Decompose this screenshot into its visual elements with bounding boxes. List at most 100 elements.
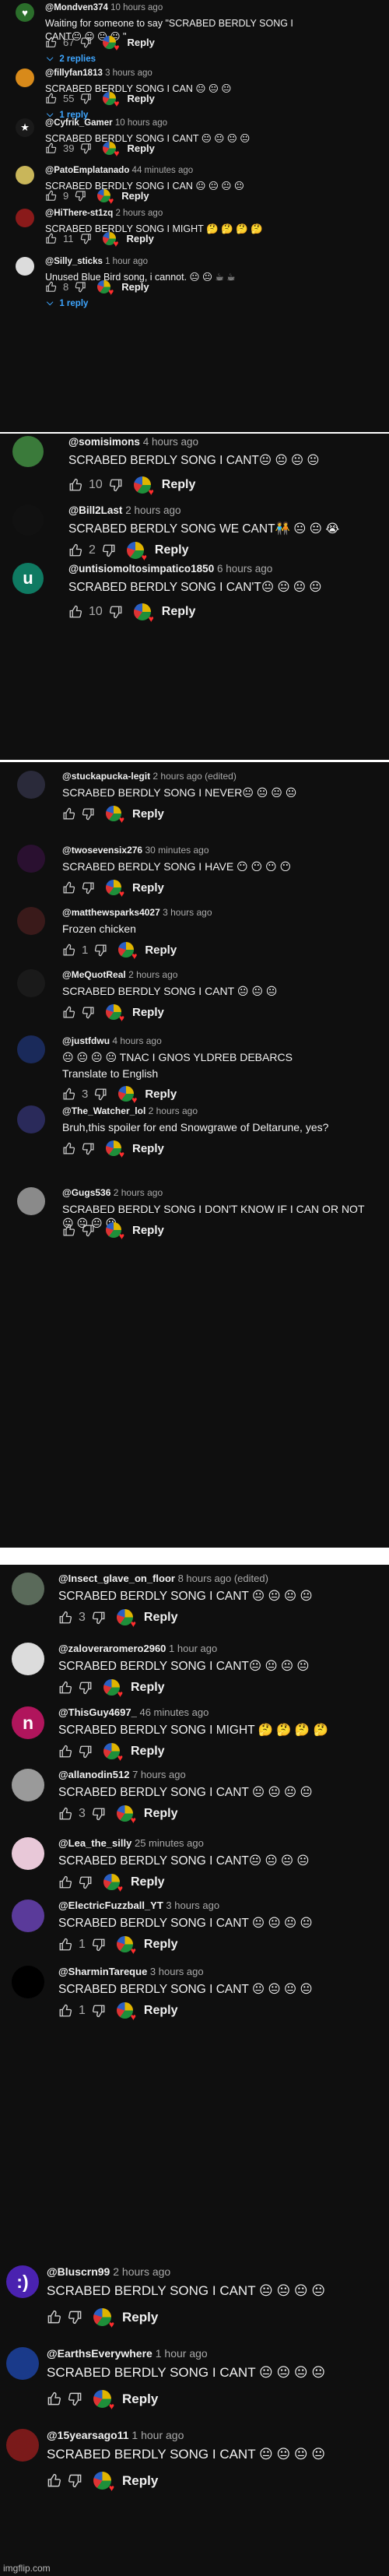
like-icon[interactable] [47, 2391, 61, 2406]
avatar[interactable] [17, 845, 45, 873]
reply-button[interactable]: Reply [122, 2391, 158, 2407]
avatar[interactable] [16, 69, 34, 87]
comment-author[interactable]: @ThisGuy4697_ [58, 1706, 137, 1718]
reply-button[interactable]: Reply [132, 1006, 164, 1019]
like-icon[interactable] [62, 1088, 75, 1101]
dislike-icon[interactable] [82, 1142, 95, 1155]
avatar[interactable]: ★ [16, 118, 34, 137]
comment-author[interactable]: @fillyfan1813 [45, 69, 103, 78]
dislike-icon[interactable] [109, 478, 123, 492]
dislike-icon[interactable] [92, 1807, 106, 1821]
reply-button[interactable]: Reply [162, 605, 196, 619]
comment-timestamp[interactable]: 2 hours ago [113, 2265, 170, 2278]
dislike-icon[interactable] [109, 605, 123, 619]
dislike-icon[interactable] [79, 1875, 93, 1889]
reply-button[interactable]: Reply [127, 142, 154, 154]
dislike-icon[interactable] [75, 281, 86, 293]
dislike-icon[interactable] [82, 1006, 95, 1019]
like-icon[interactable] [47, 2473, 61, 2488]
avatar[interactable] [12, 1769, 44, 1801]
reply-button[interactable]: Reply [144, 2004, 178, 2018]
view-replies-toggle[interactable]: ⌵ 2 replies [47, 54, 96, 64]
dislike-icon[interactable] [92, 2004, 106, 2018]
reply-button[interactable]: Reply [122, 2473, 158, 2489]
reply-button[interactable]: Reply [121, 281, 149, 293]
comment-author[interactable]: @Bluscrn99 [47, 2265, 110, 2278]
reply-button[interactable]: Reply [145, 944, 177, 957]
avatar[interactable] [17, 1105, 45, 1133]
dislike-icon[interactable] [75, 190, 86, 202]
like-icon[interactable] [68, 543, 82, 557]
avatar[interactable] [12, 1643, 44, 1675]
comment-author[interactable]: @somisimons [68, 436, 140, 448]
comment-timestamp[interactable]: 3 hours ago [166, 1899, 219, 1911]
avatar[interactable] [16, 209, 34, 227]
reply-button[interactable]: Reply [162, 478, 196, 492]
reply-button[interactable]: Reply [144, 1938, 178, 1952]
comment-timestamp[interactable]: 2 hours ago [128, 969, 177, 980]
comment-author[interactable]: @EarthsEverywhere [47, 2347, 152, 2360]
comment-author[interactable]: @Mondven374 [45, 3, 108, 12]
dislike-icon[interactable] [68, 2473, 82, 2488]
like-icon[interactable] [62, 1006, 75, 1019]
comment-author[interactable]: @MeQuotReal [62, 969, 126, 980]
comment-timestamp[interactable]: 2 hours ago (edited) [152, 771, 236, 782]
like-icon[interactable] [58, 1681, 72, 1695]
like-icon[interactable] [58, 1938, 72, 1952]
comment-author[interactable]: @ElectricFuzzball_YT [58, 1899, 163, 1911]
avatar[interactable]: u [12, 563, 44, 594]
comment-timestamp[interactable]: 7 hours ago [132, 1769, 186, 1780]
avatar[interactable] [17, 1187, 45, 1215]
avatar[interactable]: ♥ [16, 3, 34, 22]
reply-button[interactable]: Reply [145, 1088, 177, 1101]
reply-button[interactable]: Reply [131, 1681, 165, 1695]
comment-author[interactable]: @zaloveraromero2960 [58, 1643, 166, 1654]
reply-button[interactable]: Reply [132, 881, 164, 894]
comment-timestamp[interactable]: 2 hours ago [115, 209, 163, 218]
dislike-icon[interactable] [68, 2391, 82, 2406]
comment-timestamp[interactable]: 4 hours ago [143, 436, 198, 448]
avatar[interactable] [17, 1035, 45, 1063]
like-icon[interactable] [68, 605, 82, 619]
dislike-icon[interactable] [80, 142, 92, 154]
comment-author[interactable]: @allanodin512 [58, 1769, 129, 1780]
like-icon[interactable] [58, 1807, 72, 1821]
comment-author[interactable]: @Gugs536 [62, 1187, 110, 1198]
comment-timestamp[interactable]: 8 hours ago (edited) [178, 1573, 268, 1584]
avatar[interactable] [12, 1573, 44, 1605]
like-icon[interactable] [45, 281, 57, 293]
reply-button[interactable]: Reply [127, 233, 154, 244]
comment-timestamp[interactable]: 6 hours ago [217, 563, 272, 575]
comment-author[interactable]: @PatoEmplatanado [45, 166, 129, 175]
comment-author[interactable]: @15yearsago11 [47, 2429, 129, 2441]
comment-author[interactable]: @SharminTareque [58, 1966, 147, 1977]
like-icon[interactable] [45, 37, 57, 48]
reply-button[interactable]: Reply [127, 37, 154, 48]
reply-button[interactable]: Reply [132, 1224, 164, 1237]
comment-author[interactable]: @twosevensix276 [62, 845, 142, 856]
comment-timestamp[interactable]: 25 minutes ago [135, 1837, 204, 1849]
comment-timestamp[interactable]: 30 minutes ago [145, 845, 209, 856]
comment-timestamp[interactable]: 1 hour ago [105, 257, 148, 266]
avatar[interactable] [16, 166, 34, 185]
avatar[interactable] [12, 436, 44, 467]
dislike-icon[interactable] [80, 93, 92, 104]
comment-timestamp[interactable]: 3 hours ago [105, 69, 152, 78]
comment-timestamp[interactable]: 4 hours ago [112, 1035, 161, 1046]
reply-button[interactable]: Reply [127, 93, 154, 104]
avatar[interactable] [6, 2347, 39, 2380]
translate-link[interactable]: Translate to English [62, 1067, 158, 1081]
dislike-icon[interactable] [92, 1938, 106, 1952]
comment-author[interactable]: @justfdwu [62, 1035, 110, 1046]
like-icon[interactable] [62, 1224, 75, 1237]
comment-timestamp[interactable]: 10 hours ago [115, 118, 167, 128]
comment-timestamp[interactable]: 10 hours ago [110, 3, 163, 12]
avatar[interactable] [12, 1966, 44, 1998]
comment-timestamp[interactable]: 2 hours ago [149, 1105, 198, 1116]
comment-timestamp[interactable]: 1 hour ago [169, 1643, 217, 1654]
like-icon[interactable] [47, 2310, 61, 2325]
reply-button[interactable]: Reply [122, 2310, 158, 2325]
dislike-icon[interactable] [82, 881, 95, 894]
comment-author[interactable]: @Bill2Last [68, 504, 122, 516]
dislike-icon[interactable] [82, 1224, 95, 1237]
